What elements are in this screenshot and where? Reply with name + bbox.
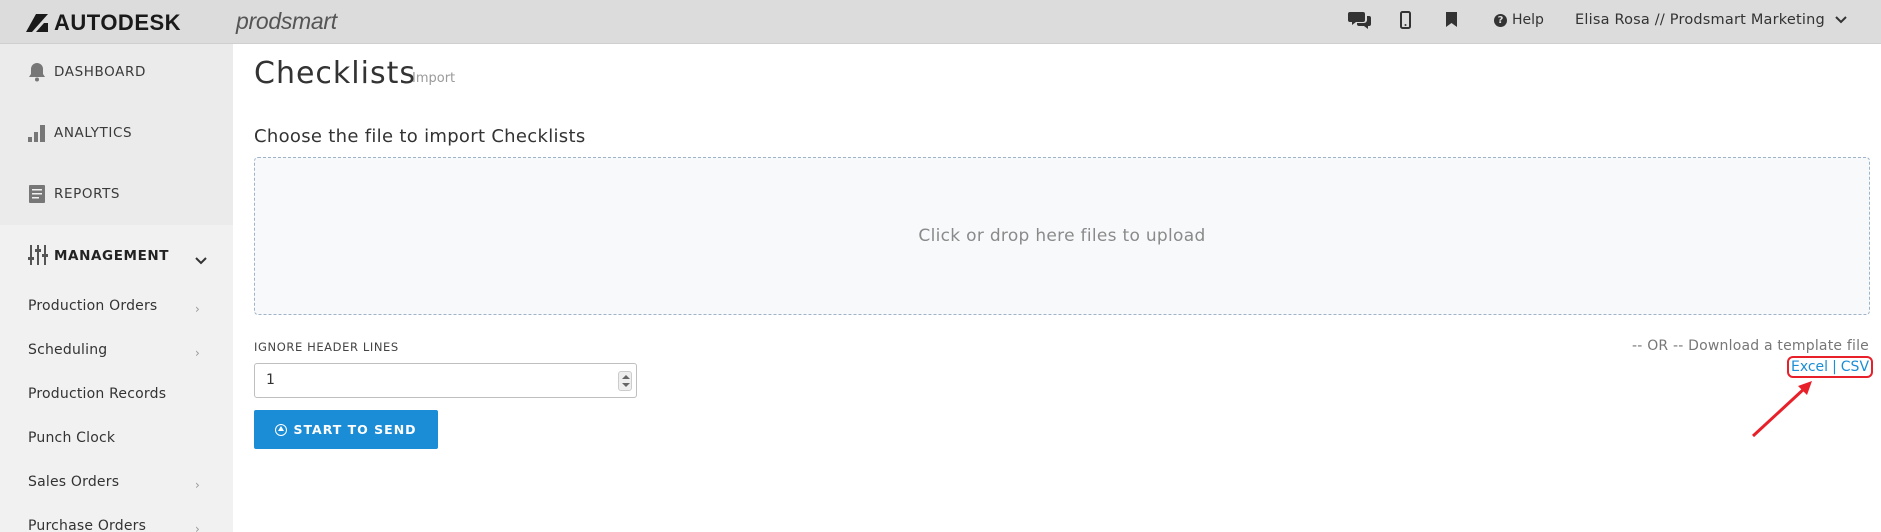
csv-template-link[interactable]: CSV [1841, 359, 1869, 375]
number-spinner[interactable] [618, 371, 632, 391]
page-subtitle: Import [412, 71, 456, 86]
send-button-label: START TO SEND [293, 422, 417, 437]
mobile-icon[interactable] [1400, 11, 1411, 33]
bell-icon [26, 61, 48, 83]
ignore-header-value: 1 [266, 372, 275, 388]
chevron-down-icon [1835, 12, 1847, 28]
sidebar: DASHBOARD ANALYTICS REPORTS MANAGEMENT P… [0, 44, 233, 532]
template-download-text: -- OR -- Download a template file [1632, 338, 1869, 354]
sidebar-item-purchase-orders[interactable]: Purchase Orders › [28, 518, 208, 532]
help-label: Help [1512, 12, 1544, 28]
file-dropzone[interactable]: Click or drop here files to upload [254, 157, 1870, 315]
report-icon [26, 183, 48, 205]
autodesk-logo-icon [26, 14, 48, 32]
excel-template-link[interactable]: Excel [1791, 359, 1828, 375]
sidebar-subitem-label: Purchase Orders [28, 518, 147, 532]
ignore-header-label: IGNORE HEADER LINES [254, 340, 399, 354]
user-menu[interactable]: Elisa Rosa // Prodsmart Marketing [1575, 12, 1847, 28]
annotation-arrow-icon [1751, 381, 1812, 438]
template-links: Excel | CSV [1787, 356, 1873, 378]
sidebar-item-dashboard[interactable]: DASHBOARD [26, 60, 146, 84]
start-to-send-button[interactable]: START TO SEND [254, 410, 438, 449]
sidebar-item-production-records[interactable]: Production Records [28, 386, 208, 408]
autodesk-logo[interactable]: AUTODESK [26, 10, 181, 36]
prodsmart-logo[interactable]: prodsmart [236, 8, 337, 35]
chat-icon[interactable] [1348, 10, 1372, 34]
sidebar-item-label: REPORTS [54, 186, 121, 202]
chevron-right-icon: › [195, 346, 200, 360]
sidebar-item-management[interactable]: MANAGEMENT [0, 234, 233, 280]
top-bar: AUTODESK prodsmart ? Help Elisa Rosa // … [0, 0, 1881, 44]
link-separator: | [1832, 359, 1837, 375]
management-label: MANAGEMENT [54, 248, 170, 264]
ignore-header-input[interactable]: 1 [254, 363, 637, 398]
chevron-right-icon: › [195, 302, 200, 316]
upload-circle-icon [275, 423, 288, 436]
bar-chart-icon [26, 122, 48, 144]
sidebar-item-scheduling[interactable]: Scheduling › [28, 342, 208, 364]
help-link[interactable]: ? Help [1494, 12, 1544, 28]
sidebar-subitem-label: Punch Clock [28, 430, 116, 446]
page-title: Checklists [254, 56, 416, 91]
sidebar-item-analytics[interactable]: ANALYTICS [26, 121, 132, 145]
sidebar-item-reports[interactable]: REPORTS [26, 182, 120, 206]
question-circle-icon: ? [1494, 13, 1507, 27]
sidebar-item-label: ANALYTICS [54, 125, 133, 141]
sidebar-subitem-label: Scheduling [28, 342, 108, 358]
section-title: Choose the file to import Checklists [254, 126, 586, 147]
bookmark-icon[interactable] [1446, 12, 1457, 31]
dropzone-text: Click or drop here files to upload [918, 226, 1206, 246]
sidebar-subitem-label: Sales Orders [28, 474, 120, 490]
user-label: Elisa Rosa // Prodsmart Marketing [1575, 12, 1825, 28]
sidebar-item-sales-orders[interactable]: Sales Orders › [28, 474, 208, 496]
chevron-right-icon: › [195, 522, 200, 532]
sidebar-item-label: DASHBOARD [54, 64, 146, 80]
sliders-icon [28, 244, 48, 270]
autodesk-wordmark: AUTODESK [54, 10, 182, 35]
sidebar-item-punch-clock[interactable]: Punch Clock [28, 430, 208, 452]
chevron-right-icon: › [195, 478, 200, 492]
sidebar-subitem-label: Production Records [28, 386, 167, 402]
sidebar-subitem-label: Production Orders [28, 298, 158, 314]
sidebar-item-production-orders[interactable]: Production Orders › [28, 298, 208, 320]
chevron-down-icon [195, 250, 207, 269]
